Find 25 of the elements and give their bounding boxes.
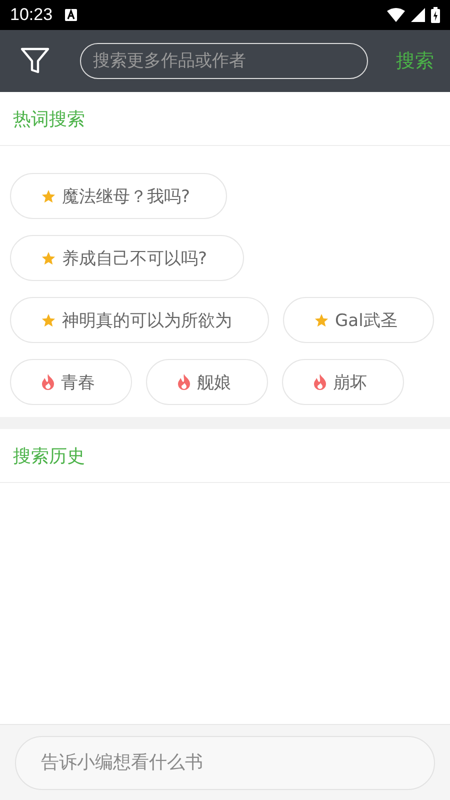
search-button[interactable]: 搜索 xyxy=(392,48,438,74)
filter-icon[interactable] xyxy=(20,47,50,75)
star-icon xyxy=(41,312,56,328)
status-time: 10:23 xyxy=(10,5,53,25)
section-title: 搜索历史 xyxy=(13,444,85,468)
wifi-icon xyxy=(387,8,405,22)
battery-icon xyxy=(431,7,440,23)
star-icon xyxy=(41,188,56,204)
flame-icon xyxy=(313,374,327,390)
search-tag[interactable]: Gal武圣 xyxy=(283,297,434,343)
request-field[interactable]: 告诉小编想看什么书 xyxy=(15,736,435,790)
search-tag[interactable]: 青春 xyxy=(10,359,132,405)
search-field[interactable]: 搜索更多作品或作者 xyxy=(80,43,368,79)
star-icon xyxy=(314,312,329,328)
notification-icon xyxy=(64,9,77,21)
search-tag[interactable]: 魔法继母？我吗? xyxy=(10,173,228,219)
flame-icon xyxy=(41,374,55,390)
section-title: 热词搜索 xyxy=(13,108,85,130)
search-tag[interactable]: 舰娘 xyxy=(146,359,268,405)
search-tag[interactable]: 崩坏 xyxy=(282,359,404,405)
star-icon xyxy=(41,250,56,266)
flame-icon xyxy=(177,374,191,390)
signal-icon xyxy=(411,8,425,22)
search-tag[interactable]: 神明真的可以为所欲为 xyxy=(10,297,269,343)
search-tag[interactable]: 养成自己不可以吗? xyxy=(10,235,244,281)
